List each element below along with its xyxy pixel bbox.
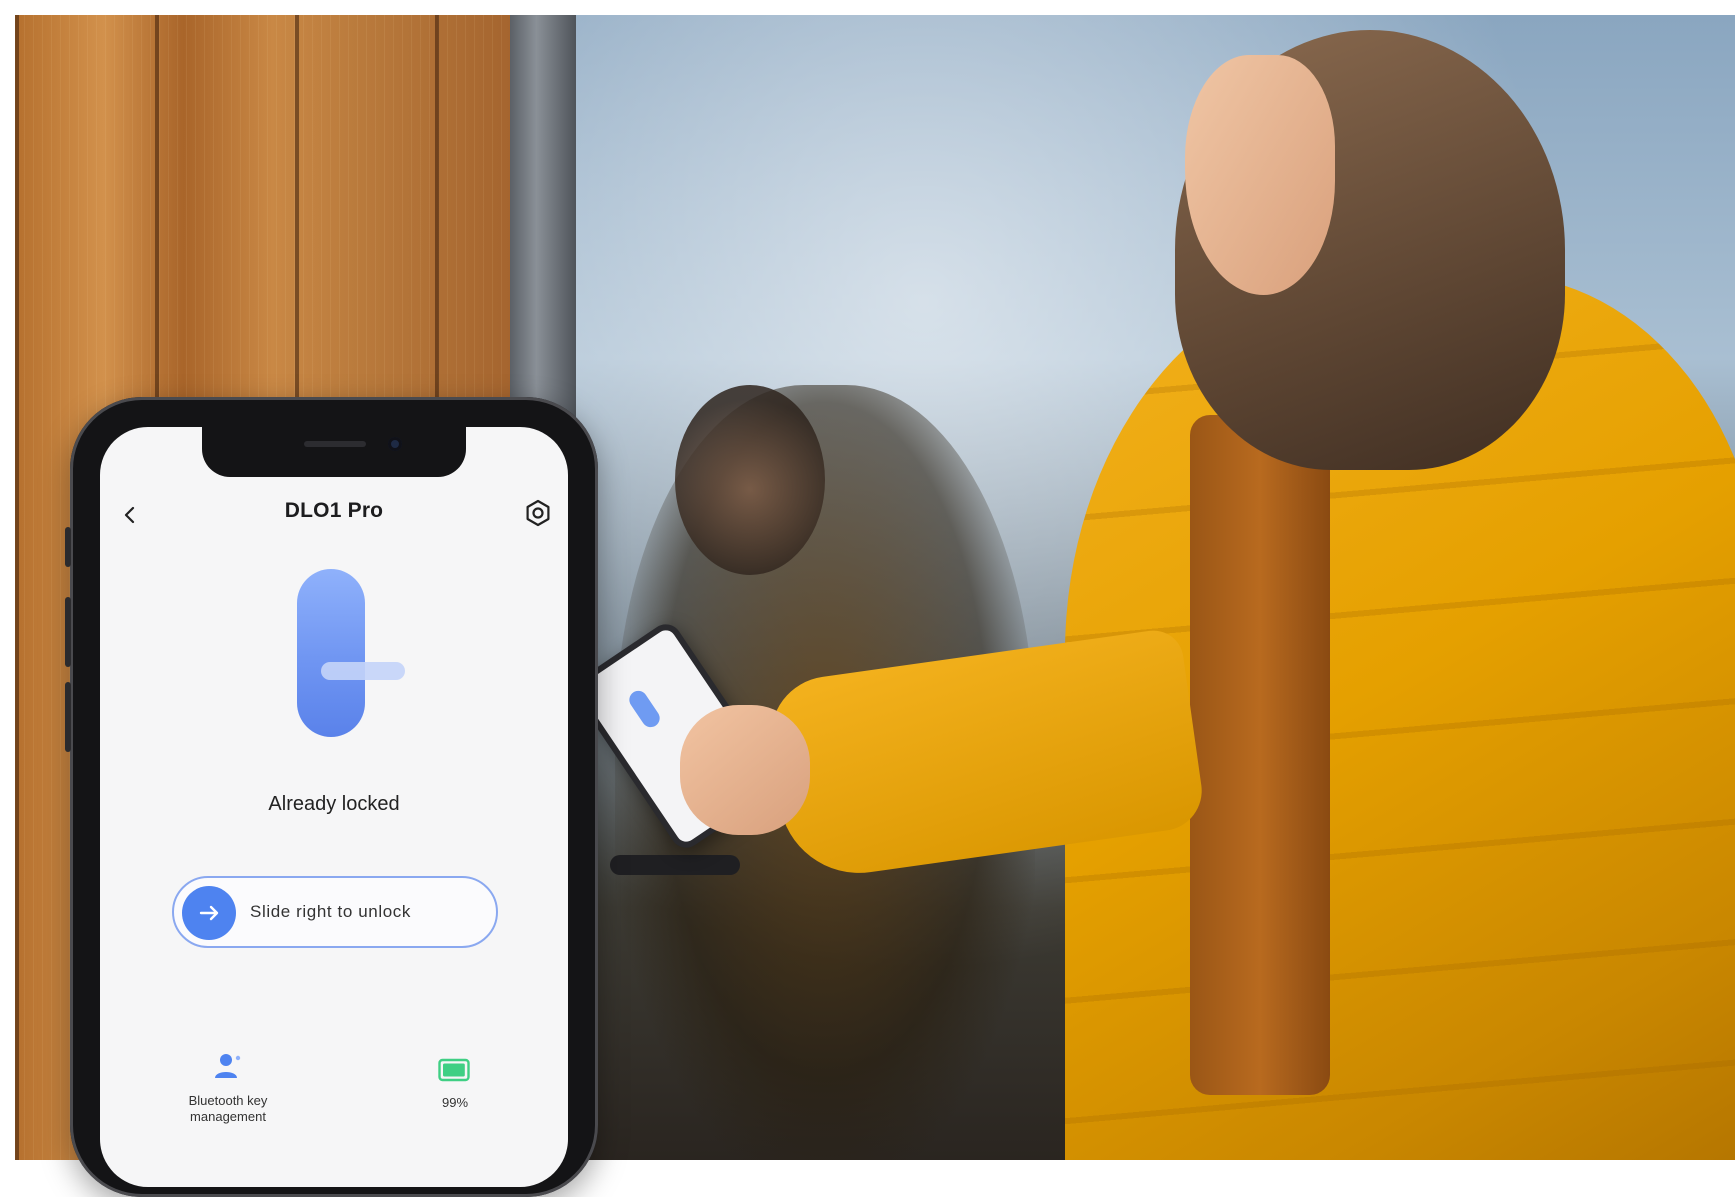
hand — [680, 705, 810, 835]
lock-status: Already locked — [268, 793, 400, 815]
app-header: DLO1 Pro — [100, 491, 568, 535]
front-camera — [388, 437, 402, 451]
arrow-right-icon — [199, 905, 219, 921]
page-title: DLO1 Pro — [284, 499, 384, 522]
user-key-icon — [215, 1054, 241, 1078]
phone-mute-button — [65, 527, 71, 567]
reflection-head — [675, 385, 825, 575]
phone-mockup: DLO1 Pro Already locked Slide right to u… — [65, 397, 598, 1197]
door-handle — [610, 855, 740, 875]
bluetooth-key-label: Bluetooth key management — [188, 1093, 268, 1124]
lock-handle — [321, 662, 405, 680]
speaker-grille — [304, 441, 366, 447]
bluetooth-key-management-button[interactable]: Bluetooth key management — [158, 1052, 298, 1125]
slider-knob[interactable] — [182, 886, 236, 940]
phone-notch — [202, 427, 466, 477]
slider-label: Slide right to unlock — [250, 902, 411, 921]
lock-illustration — [297, 569, 407, 739]
app-screen: DLO1 Pro Already locked Slide right to u… — [100, 427, 568, 1187]
settings-button[interactable] — [520, 495, 556, 531]
phone-volume-down-button — [65, 682, 71, 752]
brown-sweater — [1190, 415, 1330, 1095]
battery-status: 99% — [400, 1058, 510, 1111]
gear-icon — [526, 499, 550, 527]
unlock-slider[interactable]: Slide right to unlock — [172, 876, 498, 948]
battery-icon — [438, 1058, 470, 1082]
lock-body — [297, 569, 365, 737]
phone-volume-up-button — [65, 597, 71, 667]
battery-percentage: 99% — [441, 1095, 469, 1110]
